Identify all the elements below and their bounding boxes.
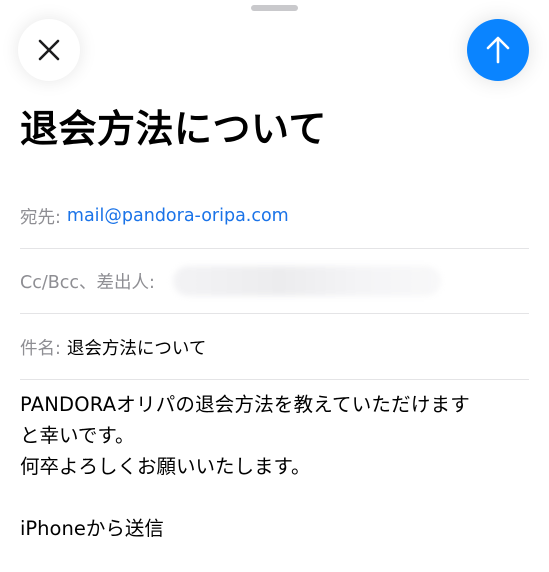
subject-label: 件名: <box>20 338 61 359</box>
body-line: 何卒よろしくお願いいたします。 <box>20 455 311 478</box>
compose-sheet: 退会方法について 宛先: mail@pandora-oripa.com Cc/B… <box>0 0 549 572</box>
close-button[interactable] <box>18 19 80 81</box>
send-button[interactable] <box>467 19 529 81</box>
message-body[interactable]: PANDORAオリパの退会方法を教えていただけます と幸いです。 何卒よろしくお… <box>20 389 535 544</box>
arrow-up-icon <box>486 36 510 64</box>
subject-input[interactable]: 退会方法について <box>67 335 206 360</box>
close-icon <box>38 39 60 61</box>
redacted-sender <box>172 266 441 296</box>
signature: iPhoneから送信 <box>20 517 164 540</box>
to-label: 宛先: <box>20 207 61 228</box>
body-line: PANDORAオリパの退会方法を教えていただけます <box>20 393 470 416</box>
body-line: と幸いです。 <box>20 424 135 447</box>
to-field[interactable]: 宛先: mail@pandora-oripa.com <box>20 184 529 249</box>
sheet-grabber[interactable] <box>251 5 298 11</box>
body-blank-line <box>20 482 535 513</box>
message-title: 退会方法について <box>20 107 327 151</box>
cc-bcc-from-label: Cc/Bcc、差出人: <box>20 272 155 293</box>
subject-field[interactable]: 件名: 退会方法について <box>20 315 529 380</box>
cc-bcc-from-field[interactable]: Cc/Bcc、差出人: <box>20 249 529 314</box>
to-address[interactable]: mail@pandora-oripa.com <box>67 206 289 226</box>
